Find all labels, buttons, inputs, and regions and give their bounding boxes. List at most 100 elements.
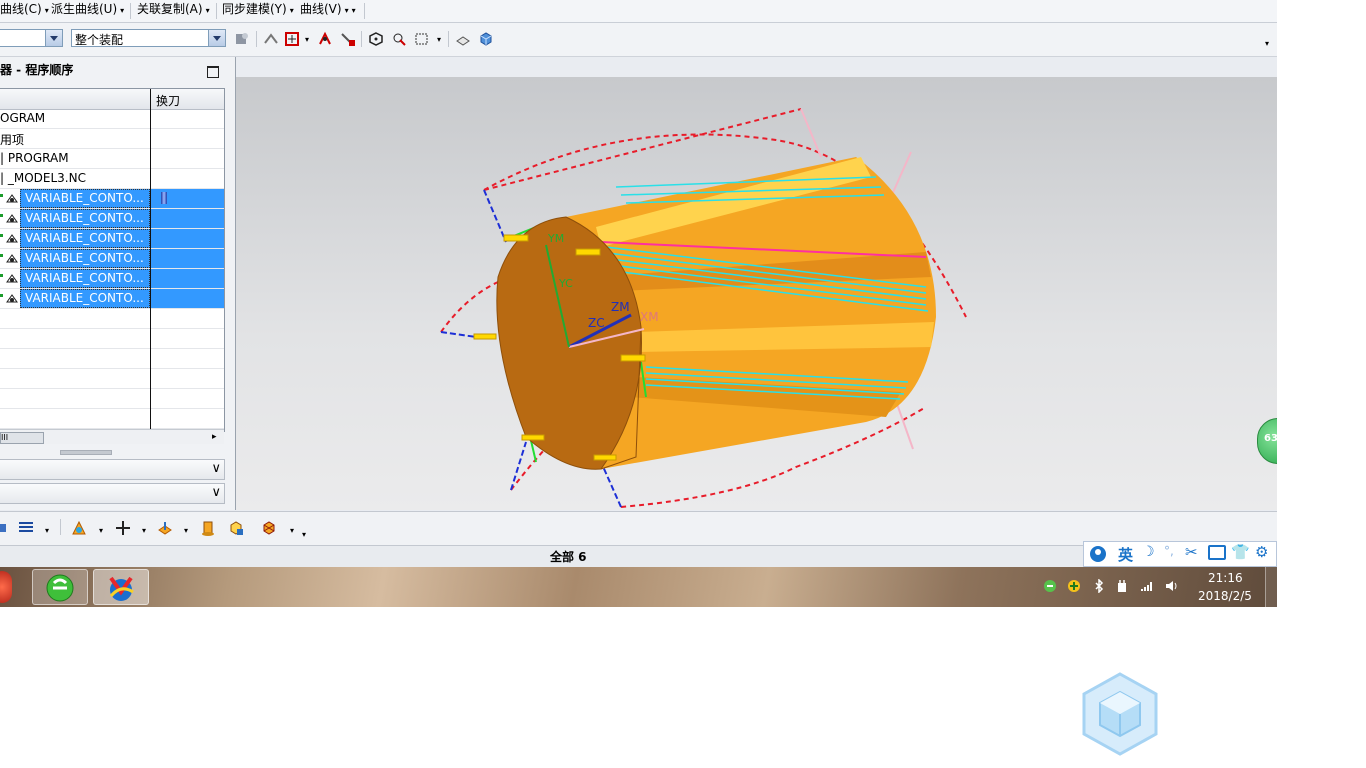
main-toolbar: 整个装配 ▾ ▾ ▾	[0, 23, 1277, 57]
show-desktop-button[interactable]	[1265, 567, 1277, 607]
shaded-cube-icon[interactable]	[477, 30, 495, 48]
tool-axis-line	[800, 108, 822, 158]
start-button[interactable]	[0, 571, 12, 603]
menu-curve[interactable]: 曲线(C) ▾	[0, 0, 51, 22]
clock-date[interactable]: 2018/2/5	[1198, 589, 1252, 603]
machine-view-icon[interactable]	[0, 519, 16, 537]
tree-row[interactable]: OGRAM	[0, 109, 224, 129]
tree-row[interactable]: | PROGRAM	[0, 149, 224, 169]
empty-row	[0, 389, 224, 409]
chevron-down-icon[interactable]: ▾	[302, 530, 306, 539]
chevron-down-icon[interactable]	[208, 30, 225, 46]
taskbar-browser-button[interactable]	[32, 569, 88, 605]
network-status-icon[interactable]	[1043, 579, 1057, 593]
chevron-down-icon[interactable]: ▾	[142, 526, 146, 535]
power-plug-icon[interactable]	[1115, 579, 1129, 593]
operation-name: VARIABLE_CONTO...	[25, 271, 144, 285]
windows-taskbar: 21:16 2018/2/5	[0, 567, 1277, 607]
rectangle-select-icon[interactable]	[413, 30, 431, 48]
hexagon-select-icon[interactable]	[367, 30, 385, 48]
tree-row[interactable]: | _MODEL3.NC	[0, 169, 224, 189]
empty-row	[0, 329, 224, 349]
block-icon[interactable]	[227, 519, 245, 537]
ime-user-icon[interactable]	[1089, 545, 1107, 563]
feature-select-icon[interactable]	[390, 30, 408, 48]
chevron-down-icon[interactable]: ▾	[184, 526, 188, 535]
operation-row[interactable]: VARIABLE_CONTO...	[0, 189, 224, 209]
dependencies-panel-bar[interactable]: ∨	[0, 483, 225, 504]
chevron-down-icon[interactable]: ▾	[305, 35, 309, 44]
wireframe-box-icon[interactable]	[260, 519, 278, 537]
ime-language-toggle[interactable]: 英	[1118, 544, 1133, 565]
ime-toolbar: 英 ☽ °, ✂ 👕 ⚙	[1083, 541, 1277, 567]
cylinder-icon[interactable]	[199, 519, 217, 537]
boundary-curve	[510, 441, 527, 491]
empty-row	[0, 409, 224, 429]
axis-label-yc: YC	[558, 277, 573, 290]
select-feature-icon[interactable]	[233, 30, 251, 48]
chevron-down-icon[interactable]: ▾	[290, 526, 294, 535]
operation-navigator: 器 - 程序顺序 换刀 OGRAM 用项 | PROGRAM | _MODEL3…	[0, 57, 236, 510]
splitter-handle[interactable]	[60, 450, 112, 455]
taskbar-nx-button[interactable]	[93, 569, 149, 605]
empty-row	[0, 309, 224, 329]
column-header-tool-change[interactable]: 换刀	[156, 92, 180, 109]
operation-name: VARIABLE_CONTO...	[25, 291, 144, 305]
volume-icon[interactable]	[1164, 579, 1178, 593]
scissors-icon[interactable]: ✂	[1185, 543, 1198, 561]
datum-plane-icon[interactable]	[156, 519, 174, 537]
punctuation-icon[interactable]: °,	[1164, 544, 1174, 558]
part-view-icon[interactable]	[454, 30, 472, 48]
gear-icon[interactable]: ⚙	[1255, 543, 1268, 561]
point-plus-icon[interactable]	[114, 519, 132, 537]
security-plus-icon[interactable]	[1067, 579, 1081, 593]
graphics-viewport[interactable]: ZC ZM XM YC YM	[236, 77, 1277, 510]
menu-synchronous-modeling[interactable]: 同步建模(Y) ▾	[220, 0, 296, 22]
maximize-icon[interactable]	[207, 66, 219, 78]
toolbar-options-icon[interactable]: ▾	[1265, 39, 1269, 48]
chevron-down-icon[interactable]: ∨	[211, 461, 221, 476]
toolbar-separator	[256, 31, 257, 47]
keyboard-icon[interactable]	[1208, 545, 1226, 560]
contour-operation-icon	[6, 294, 18, 303]
menu-separator	[364, 3, 365, 19]
selection-scope-combo[interactable]: 整个装配	[71, 29, 226, 47]
signal-strength-icon[interactable]	[1140, 579, 1154, 593]
operation-row[interactable]: VARIABLE_CONTO...	[0, 229, 224, 249]
generate-toolpath-icon[interactable]	[70, 519, 88, 537]
clock-time[interactable]: 21:16	[1208, 571, 1243, 585]
general-selection-icon[interactable]	[283, 30, 301, 48]
operation-row[interactable]: VARIABLE_CONTO...	[0, 209, 224, 229]
details-panel-bar[interactable]: ∨	[0, 459, 225, 480]
snap-point-icon[interactable]	[262, 30, 280, 48]
boundary-curve	[600, 461, 622, 508]
tree-row[interactable]: 用项	[0, 129, 224, 149]
boundary-curve	[483, 189, 507, 243]
curve-rule-icon[interactable]	[316, 30, 334, 48]
chevron-down-icon[interactable]: ▾	[99, 526, 103, 535]
trace-icon[interactable]	[339, 30, 357, 48]
type-filter-combo[interactable]	[0, 29, 63, 47]
column-divider	[150, 89, 151, 429]
menu-separator	[216, 3, 217, 19]
geometry-view-icon[interactable]	[17, 519, 35, 537]
tree-row-label: OGRAM	[0, 111, 46, 125]
scrollbar-thumb[interactable]: III	[0, 432, 44, 444]
bluetooth-icon[interactable]	[1092, 579, 1106, 593]
menu-curve-v[interactable]: 曲线(V) ▾ ▾	[298, 0, 358, 22]
chevron-down-icon[interactable]: ▾	[45, 526, 49, 535]
chevron-down-icon[interactable]: ▾	[437, 35, 441, 44]
moon-icon[interactable]: ☽	[1142, 544, 1155, 560]
scroll-right-icon[interactable]: ▸	[212, 432, 217, 442]
menu-derived-curve[interactable]: 派生曲线(U) ▾	[49, 0, 126, 22]
horizontal-scrollbar[interactable]: III ▸	[0, 429, 224, 444]
status-check-icon	[0, 234, 3, 237]
operation-row[interactable]: VARIABLE_CONTO...	[0, 269, 224, 289]
menu-associative-copy[interactable]: 关联复制(A) ▾	[135, 0, 212, 22]
operation-row[interactable]: VARIABLE_CONTO...	[0, 249, 224, 269]
status-check-icon	[0, 254, 3, 257]
chevron-down-icon[interactable]: ∨	[211, 485, 221, 500]
chevron-down-icon[interactable]	[45, 30, 62, 46]
skin-shirt-icon[interactable]: 👕	[1231, 543, 1250, 561]
operation-row[interactable]: VARIABLE_CONTO...	[0, 289, 224, 309]
